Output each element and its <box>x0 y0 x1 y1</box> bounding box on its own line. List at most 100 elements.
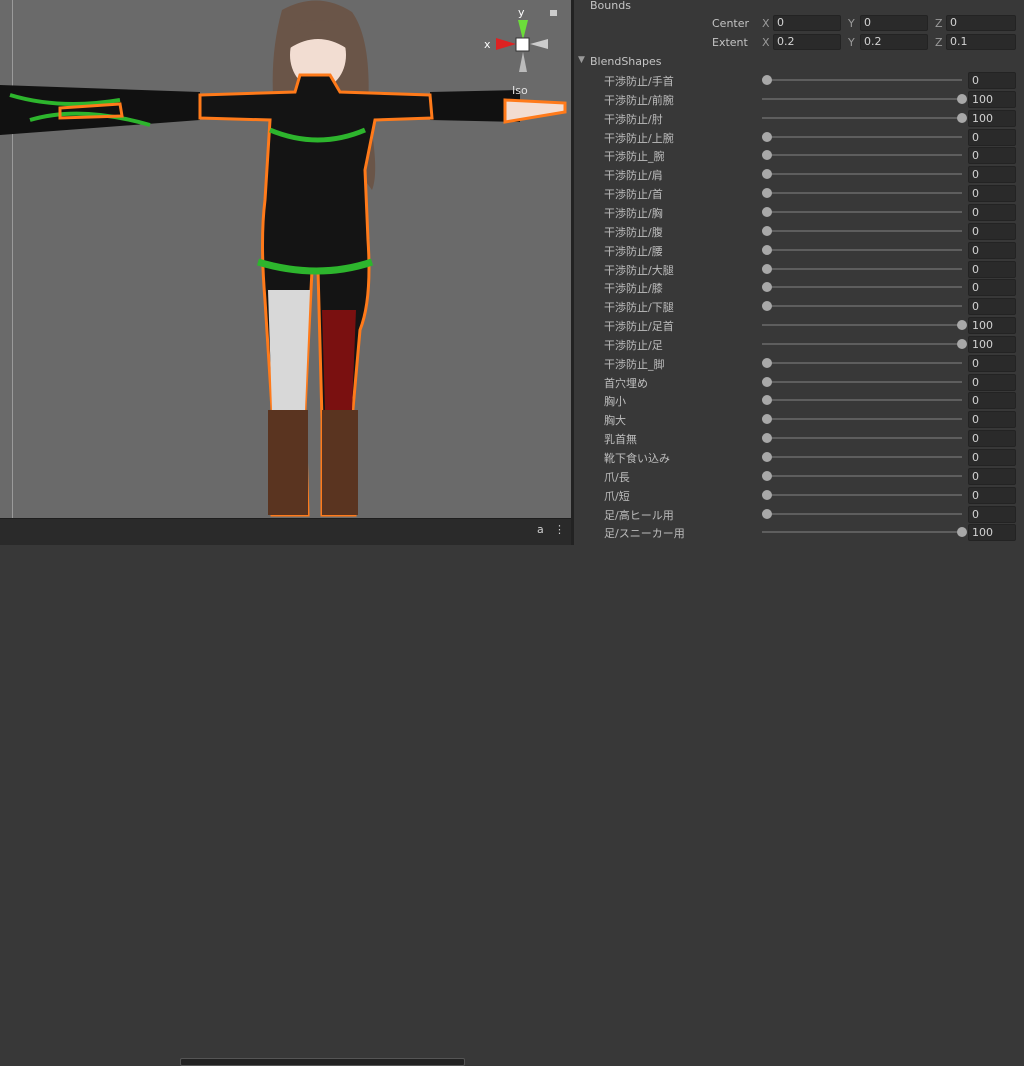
slider-thumb[interactable] <box>762 282 772 293</box>
blendshape-slider[interactable] <box>762 324 962 327</box>
blendshape-slider[interactable] <box>762 135 962 138</box>
blendshape-slider[interactable] <box>762 248 962 251</box>
center-x-field[interactable]: 0 <box>773 15 841 31</box>
blendshape-value-field[interactable]: 0 <box>968 166 1016 184</box>
blendshape-value-field[interactable]: 0 <box>968 449 1016 466</box>
blendshape-value-field[interactable]: 0 <box>968 72 1016 89</box>
blendshape-value-field[interactable]: 0 <box>968 203 1016 221</box>
gizmo-center-cube[interactable] <box>515 37 530 52</box>
slider-thumb[interactable] <box>762 75 772 85</box>
bottom-field[interactable] <box>180 1058 465 1066</box>
slider-thumb[interactable] <box>762 452 772 462</box>
slider-thumb[interactable] <box>762 225 772 236</box>
lock-icon[interactable]: a <box>537 523 544 536</box>
blendshape-value-field[interactable]: 100 <box>968 317 1016 335</box>
blendshape-slider[interactable] <box>762 399 962 402</box>
blendshape-name: 干渉防止/前腕 <box>604 93 674 107</box>
slider-thumb[interactable] <box>762 131 772 142</box>
slider-thumb[interactable] <box>762 206 772 217</box>
blendshape-slider[interactable] <box>762 474 962 477</box>
blendshape-value-field[interactable]: 0 <box>968 298 1016 316</box>
blendshape-value-field[interactable]: 0 <box>968 222 1016 240</box>
blendshape-value-field[interactable]: 0 <box>968 279 1016 297</box>
scene-view[interactable]: y x Iso <box>0 0 571 518</box>
blendshape-slider[interactable] <box>762 97 962 100</box>
blendshape-slider[interactable] <box>762 154 962 157</box>
blendshape-value-field[interactable]: 0 <box>968 147 1016 165</box>
foldout-arrow-icon[interactable]: ▼ <box>578 55 585 65</box>
blendshape-slider[interactable] <box>762 192 962 195</box>
center-z-field[interactable]: 0 <box>946 15 1016 31</box>
blendshape-name: 干渉防止/足 <box>604 338 663 352</box>
blendshape-slider[interactable] <box>762 79 962 81</box>
slider-thumb[interactable] <box>762 414 772 425</box>
extent-z-field[interactable]: 0.1 <box>946 34 1016 50</box>
slider-thumb[interactable] <box>762 150 772 161</box>
slider-thumb[interactable] <box>762 188 772 199</box>
slider-thumb[interactable] <box>762 395 772 406</box>
blendshape-slider[interactable] <box>762 361 962 364</box>
blendshape-slider[interactable] <box>762 267 962 270</box>
blendshape-value-field[interactable]: 0 <box>968 467 1016 485</box>
blendshape-slider[interactable] <box>762 116 962 119</box>
blendshape-value-field[interactable]: 100 <box>968 524 1016 542</box>
blendshape-row: 干渉防止/前腕 100 <box>574 90 1024 108</box>
blendshape-slider[interactable] <box>762 493 962 496</box>
view-mode-label[interactable]: Iso <box>512 84 528 97</box>
blendshape-value-field[interactable]: 0 <box>968 505 1016 523</box>
slider-thumb[interactable] <box>762 489 772 500</box>
blendshape-value-field[interactable]: 100 <box>968 335 1016 353</box>
blendshape-slider[interactable] <box>762 512 962 515</box>
slider-thumb[interactable] <box>957 338 967 349</box>
slider-thumb[interactable] <box>762 301 772 312</box>
blendshape-slider[interactable] <box>762 437 962 440</box>
slider-thumb[interactable] <box>957 527 967 538</box>
blendshape-value-field[interactable]: 0 <box>968 486 1016 504</box>
blendshape-value-field[interactable]: 0 <box>968 373 1016 391</box>
blendshape-name: 靴下食い込み <box>604 452 670 465</box>
blendshape-slider[interactable] <box>762 380 962 383</box>
slider-thumb[interactable] <box>957 112 967 123</box>
blendshape-slider[interactable] <box>762 418 962 421</box>
slider-thumb[interactable] <box>762 508 772 519</box>
blendshape-value-field[interactable]: 0 <box>968 241 1016 259</box>
slider-thumb[interactable] <box>762 244 772 255</box>
blendshape-value-field[interactable]: 0 <box>968 411 1016 429</box>
orientation-gizmo[interactable]: y x Iso <box>478 4 568 104</box>
kebab-menu-icon[interactable]: ⋮ <box>554 523 565 536</box>
slider-thumb[interactable] <box>762 263 772 274</box>
blendshape-value-field[interactable]: 0 <box>968 128 1016 146</box>
blendshape-slider[interactable] <box>762 531 962 534</box>
extent-x-field[interactable]: 0.2 <box>773 34 841 50</box>
x-axis-cone[interactable] <box>496 38 516 50</box>
blendshape-row: 干渉防止/腰 0 <box>574 241 1024 259</box>
slider-thumb[interactable] <box>762 470 772 481</box>
y-axis-cone[interactable] <box>518 20 528 40</box>
blendshapes-foldout[interactable]: BlendShapes <box>590 55 662 68</box>
extent-y-field[interactable]: 0.2 <box>860 34 928 50</box>
blendshape-slider[interactable] <box>762 210 962 213</box>
slider-thumb[interactable] <box>762 357 772 368</box>
slider-thumb[interactable] <box>762 433 772 444</box>
blendshape-slider[interactable] <box>762 173 962 176</box>
blendshape-slider[interactable] <box>762 286 962 289</box>
slider-thumb[interactable] <box>762 376 772 387</box>
blendshape-value-field[interactable]: 0 <box>968 392 1016 410</box>
slider-thumb[interactable] <box>762 169 772 180</box>
center-y-field[interactable]: 0 <box>860 15 928 31</box>
blendshape-name: 干渉防止/上腕 <box>604 131 674 145</box>
slider-thumb[interactable] <box>957 320 967 331</box>
blendshape-value-field[interactable]: 0 <box>968 430 1016 448</box>
blendshape-value-field[interactable]: 0 <box>968 185 1016 203</box>
blendshape-row: 足/高ヒール用 0 <box>574 505 1024 523</box>
slider-thumb[interactable] <box>957 93 967 104</box>
blendshape-value-field[interactable]: 0 <box>968 260 1016 278</box>
blendshape-slider[interactable] <box>762 342 962 345</box>
blendshape-slider[interactable] <box>762 456 962 458</box>
blendshape-value-field[interactable]: 100 <box>968 90 1016 108</box>
blendshape-slider[interactable] <box>762 229 962 232</box>
lock-icon[interactable] <box>550 10 557 16</box>
blendshape-slider[interactable] <box>762 305 962 308</box>
blendshape-value-field[interactable]: 100 <box>968 109 1016 127</box>
blendshape-value-field[interactable]: 0 <box>968 354 1016 372</box>
